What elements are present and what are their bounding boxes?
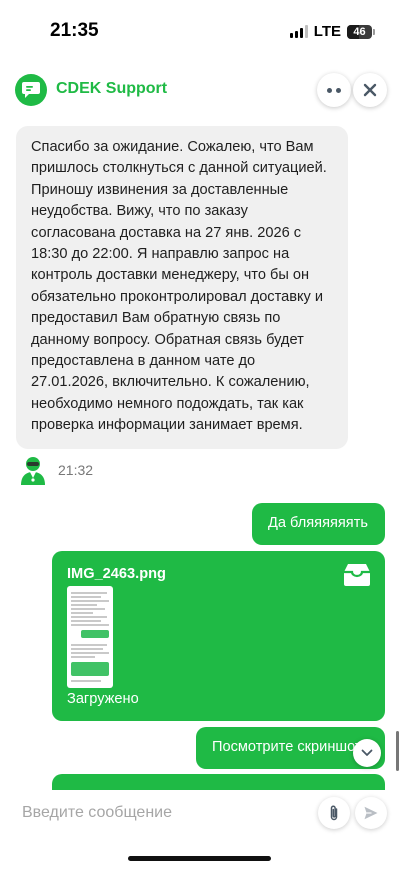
close-icon	[363, 83, 377, 97]
status-bar: 21:35 LTE 46	[0, 0, 400, 64]
attach-button[interactable]	[318, 797, 350, 829]
user-message: Да бляяяяяять	[252, 503, 385, 545]
image-thumbnail[interactable]	[67, 586, 113, 688]
chat-bubble-icon	[15, 74, 47, 106]
signal-strength-icon	[289, 25, 308, 38]
chat-header: CDEK Support	[0, 66, 400, 116]
file-name: IMG_2463.png	[67, 566, 166, 582]
home-indicator[interactable]	[128, 856, 271, 861]
file-attachment-message[interactable]: IMG_2463.png Загружено	[52, 551, 385, 721]
message-input[interactable]	[22, 798, 302, 828]
battery-icon: 46	[347, 24, 375, 39]
battery-level: 46	[353, 25, 366, 38]
upload-status: Загружено	[67, 691, 139, 707]
more-options-button[interactable]	[317, 73, 351, 107]
scroll-down-button[interactable]	[353, 739, 381, 767]
file-tray-icon[interactable]	[343, 563, 371, 587]
message-list[interactable]: Спасибо за ожидание. Сожалею, что Вам пр…	[0, 118, 400, 790]
user-message-partial	[52, 774, 385, 790]
paperclip-icon	[330, 805, 338, 821]
scrollbar[interactable]	[396, 731, 399, 771]
chevron-down-icon	[361, 749, 373, 756]
send-button[interactable]	[355, 797, 387, 829]
status-time: 21:35	[50, 20, 99, 41]
support-agent-avatar-icon	[21, 457, 45, 485]
close-button[interactable]	[353, 73, 387, 107]
chat-title: CDEK Support	[56, 80, 168, 97]
send-icon	[364, 806, 378, 820]
composer	[0, 790, 400, 840]
agent-message: Спасибо за ожидание. Сожалею, что Вам пр…	[16, 126, 348, 449]
message-time: 21:32	[58, 462, 94, 478]
network-type: LTE	[313, 23, 341, 40]
more-dots-icon	[327, 87, 341, 93]
status-indicators: LTE 46	[289, 23, 375, 40]
